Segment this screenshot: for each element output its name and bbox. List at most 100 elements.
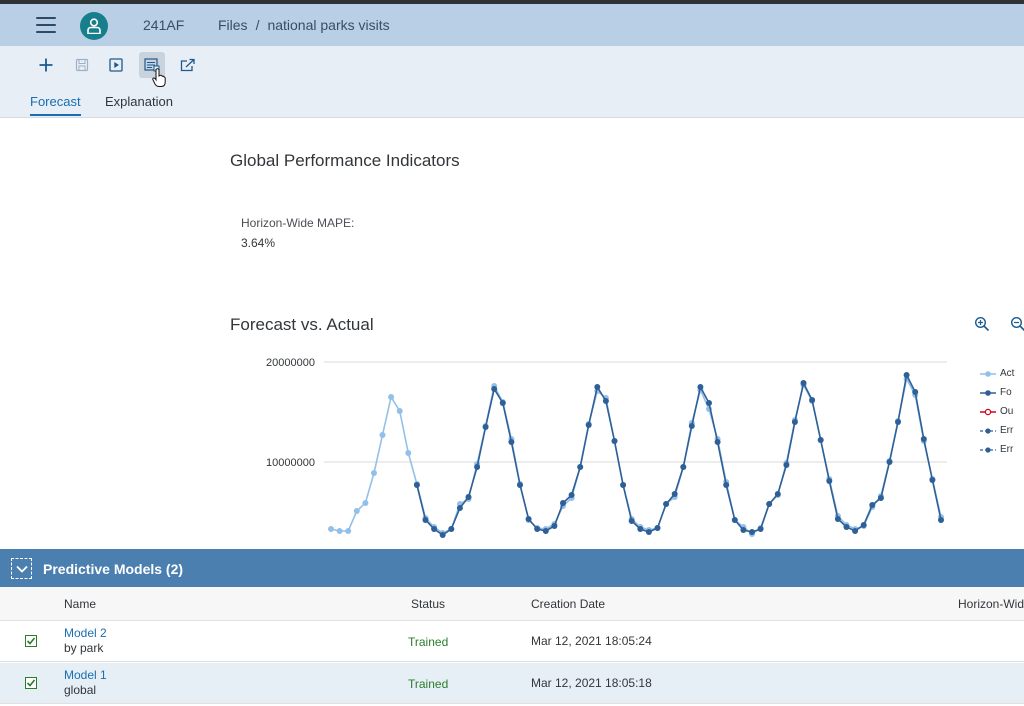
tab-forecast[interactable]: Forecast <box>30 94 81 116</box>
forecast-point <box>577 464 584 470</box>
legend-item-outliers[interactable]: Ou <box>980 402 1014 421</box>
model-status: Trained <box>408 635 449 649</box>
forecast-point <box>731 517 738 523</box>
row-checkbox[interactable] <box>25 677 37 689</box>
forecast-point <box>757 526 764 532</box>
menu-icon[interactable] <box>36 17 56 33</box>
actual-point <box>388 394 395 400</box>
tab-explanation[interactable]: Explanation <box>105 94 173 109</box>
predictive-models-panel: Predictive Models (2) Name Status Creati… <box>0 549 1024 706</box>
breadcrumb-parent[interactable]: Files <box>218 17 248 33</box>
row-checkbox[interactable] <box>25 635 37 647</box>
forecast-point <box>482 424 489 430</box>
forecast-point <box>860 522 867 528</box>
legend-label-error-max: Err <box>1000 444 1014 455</box>
legend-swatch-forecast <box>980 389 996 396</box>
forecast-point <box>817 437 824 443</box>
check-icon <box>26 679 36 687</box>
actual-point <box>371 470 377 476</box>
forecast-point <box>594 384 601 390</box>
forecast-point <box>491 386 498 392</box>
model-status: Trained <box>408 677 449 691</box>
save-button[interactable] <box>69 52 95 78</box>
forecast-point <box>791 419 798 425</box>
column-header-name[interactable]: Name <box>64 597 96 611</box>
legend-swatch-error-min <box>980 427 996 434</box>
forecast-point <box>834 516 841 522</box>
legend-swatch-outliers <box>980 408 996 415</box>
table-row[interactable]: Model 2 by park Trained Mar 12, 2021 18:… <box>0 621 1024 662</box>
run-button[interactable] <box>103 52 129 78</box>
export-button[interactable] <box>175 52 201 78</box>
model-creation-date: Mar 12, 2021 18:05:24 <box>531 634 652 648</box>
legend-item-forecast[interactable]: Fo <box>980 383 1014 402</box>
forecast-point <box>809 397 816 403</box>
model-name-link[interactable]: Model 1 <box>64 668 107 682</box>
forecast-point <box>688 423 695 429</box>
avatar[interactable] <box>80 12 108 40</box>
forecast-point <box>474 464 481 470</box>
forecast-point <box>749 529 755 535</box>
forecast-point <box>525 516 532 522</box>
toolbar-area: Forecast Explanation <box>0 46 1024 118</box>
legend-item-error-max[interactable]: Err <box>980 440 1014 459</box>
legend-label-actual: Act <box>1000 368 1015 379</box>
table-row[interactable]: Model 1 global Trained Mar 12, 2021 18:0… <box>0 663 1024 704</box>
chevron-down-icon <box>15 565 28 573</box>
forecast-content: Global Performance Indicators Horizon-Wi… <box>0 118 1024 549</box>
forecast-point <box>852 528 859 534</box>
forecast-point <box>542 528 549 534</box>
forecast-point <box>774 491 781 497</box>
actual-point <box>405 450 412 456</box>
forecast-point <box>431 526 438 532</box>
forecast-point <box>413 482 420 488</box>
forecast-point <box>663 501 670 507</box>
legend-item-error-min[interactable]: Err <box>980 421 1014 440</box>
forecast-point <box>465 494 472 500</box>
add-button[interactable] <box>33 52 59 78</box>
forecast-point <box>723 482 730 488</box>
column-header-horizon-wide[interactable]: Horizon-Wid <box>958 597 1024 611</box>
panel-title: Predictive Models (2) <box>43 561 184 577</box>
forecast-point <box>920 436 927 442</box>
forecast-point <box>903 372 910 378</box>
actual-point <box>345 528 352 534</box>
forecast-point <box>869 502 876 508</box>
forecast-point <box>783 462 790 468</box>
forecast-chart: 10000000 20000000 <box>266 357 947 538</box>
forecast-point <box>585 422 592 428</box>
check-icon <box>26 637 36 645</box>
app-id: 241AF <box>143 17 185 33</box>
forecast-point <box>439 532 446 538</box>
column-header-creation-date[interactable]: Creation Date <box>531 597 605 611</box>
forecast-point <box>671 491 678 497</box>
legend-swatch-actual <box>980 370 996 377</box>
legend-item-actual[interactable]: Act <box>980 364 1014 383</box>
forecast-point <box>637 526 644 532</box>
forecast-point <box>448 526 455 532</box>
export-icon <box>180 58 195 72</box>
legend-label-forecast: Fo <box>1000 387 1012 398</box>
forecast-series-line <box>416 372 942 536</box>
actual-point <box>362 500 369 506</box>
forecast-point <box>654 525 661 531</box>
save-icon <box>75 58 89 72</box>
actual-point <box>336 528 343 534</box>
column-header-status[interactable]: Status <box>411 597 445 611</box>
add-icon <box>39 58 53 72</box>
hand-cursor-icon <box>152 68 166 87</box>
forecast-point <box>456 505 463 511</box>
actual-point <box>396 408 403 414</box>
forecast-point <box>697 384 704 390</box>
forecast-point <box>517 482 523 488</box>
run-icon <box>109 58 123 72</box>
model-name-link[interactable]: Model 2 <box>64 626 107 640</box>
forecast-point <box>534 526 541 532</box>
forecast-point <box>508 439 515 445</box>
model-subtitle: by park <box>64 641 104 655</box>
models-table-header: Name Status Creation Date Horizon-Wid <box>0 587 1024 621</box>
forecast-point <box>800 380 807 386</box>
forecast-point <box>568 492 575 498</box>
forecast-point <box>929 477 936 483</box>
collapse-button[interactable] <box>11 558 32 579</box>
